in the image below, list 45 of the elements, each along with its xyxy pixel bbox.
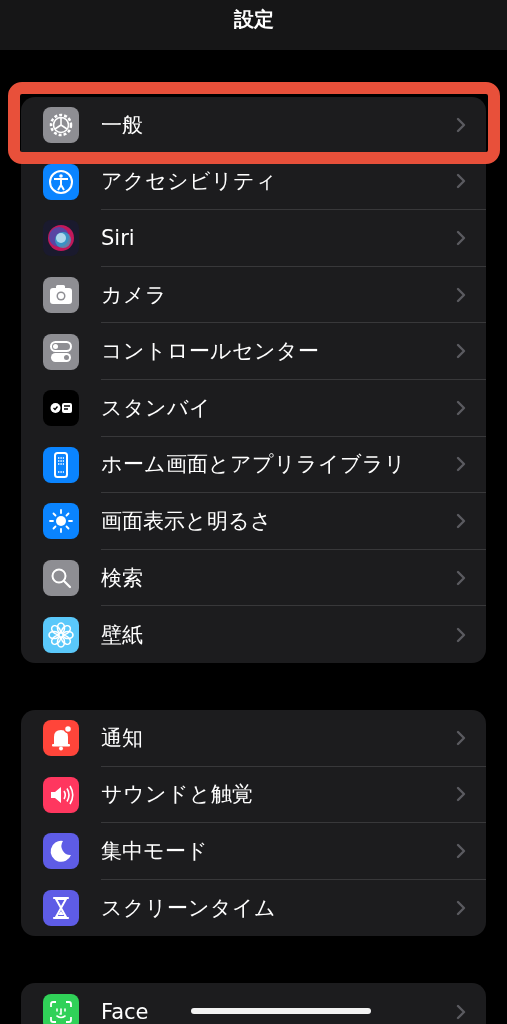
row-label: 壁紙 <box>101 621 143 649</box>
settings-row[interactable]: 一般 <box>21 97 486 154</box>
settings-row[interactable]: 集中モード <box>21 823 486 880</box>
settings-row[interactable]: スタンバイ <box>21 379 486 437</box>
settings-row[interactable]: 壁紙 <box>21 606 486 663</box>
chevron-icon <box>456 173 466 190</box>
row-label: 検索 <box>101 564 143 592</box>
chevron-icon <box>456 286 466 303</box>
settings-row[interactable]: サウンドと触覚 <box>21 766 486 824</box>
chevron-icon <box>456 456 466 473</box>
settings-row[interactable]: 通知 <box>21 709 486 767</box>
row-label: カメラ <box>101 281 167 309</box>
row-label: 通知 <box>101 724 143 752</box>
chevron-icon <box>456 230 466 246</box>
row-label: アクセシビリティ <box>101 168 277 196</box>
row-label: スタンバイ <box>101 394 211 422</box>
row-label: ホーム画面とアプリライブラリ <box>101 451 406 479</box>
row-label: スクリーンタイム <box>101 895 276 922</box>
row-label: Face <box>101 999 149 1024</box>
row-label: Siri <box>101 226 135 250</box>
chevron-icon <box>456 1003 466 1020</box>
row-label: 集中モード <box>101 837 208 865</box>
settings-row[interactable]: コントロールセンター <box>21 323 486 380</box>
row-label: 一般 <box>101 111 143 139</box>
settings-row[interactable]: ホーム画面とアプリライブラリ <box>21 436 486 494</box>
row-label: サウンドと触覚 <box>101 781 253 809</box>
chevron-icon <box>456 729 466 746</box>
chevron-icon <box>456 786 466 803</box>
settings-row[interactable]: Siri <box>21 210 486 267</box>
settings-row[interactable]: カメラ <box>21 266 486 324</box>
chevron-icon <box>456 900 466 916</box>
row-label: 画面表示と明るさ <box>101 507 272 535</box>
chevron-icon <box>456 343 466 360</box>
settings-row[interactable]: スクリーンタイム <box>21 879 486 937</box>
settings-row[interactable]: アクセシビリティ <box>21 153 486 211</box>
row-label: コントロールセンター <box>101 338 319 366</box>
settings-row[interactable]: 画面表示と明るさ <box>21 493 486 550</box>
settings-row[interactable]: 検索 <box>21 549 486 607</box>
screen-title: 設定 <box>233 6 274 33</box>
chevron-icon <box>456 626 466 643</box>
chevron-icon <box>456 842 466 859</box>
chevron-icon <box>456 116 466 133</box>
chevron-icon <box>456 399 466 416</box>
chevron-icon <box>456 512 466 529</box>
chevron-icon <box>456 569 466 586</box>
